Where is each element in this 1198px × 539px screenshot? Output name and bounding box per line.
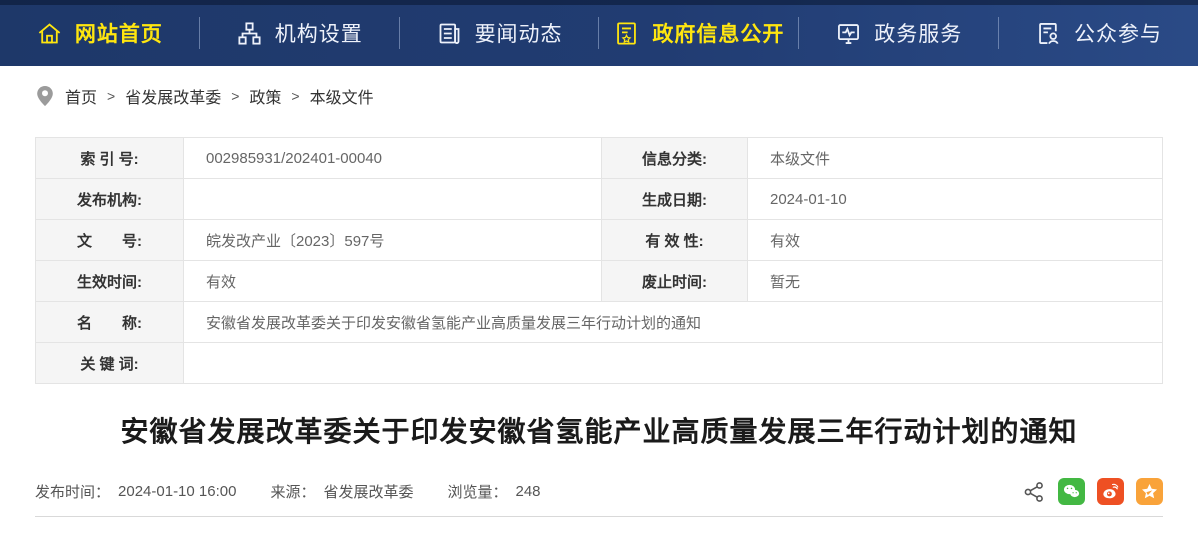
org-chart-icon: [236, 20, 263, 47]
nav-item-label: 政府信息公开: [652, 18, 784, 48]
page-title: 安徽省发展改革委关于印发安徽省氢能产业高质量发展三年行动计划的通知: [0, 412, 1198, 452]
info-label-doc-number: 文 号:: [36, 220, 184, 261]
table-row: 文 号: 皖发改产业〔2023〕597号 有 效 性: 有效: [36, 220, 1163, 261]
wechat-share-icon[interactable]: [1058, 478, 1085, 505]
table-row: 生效时间: 有效 废止时间: 暂无: [36, 261, 1163, 302]
info-label-name: 名 称:: [36, 302, 184, 343]
service-monitor-icon: [835, 20, 862, 47]
nav-item-home[interactable]: 网站首页: [0, 0, 199, 66]
info-disclosure-icon: [613, 20, 640, 47]
info-value-name: 安徽省发展改革委关于印发安徽省氢能产业高质量发展三年行动计划的通知: [184, 302, 1163, 343]
nav-item-participation[interactable]: 公众参与: [999, 0, 1198, 66]
table-row: 发布机构: 生成日期: 2024-01-10: [36, 179, 1163, 220]
breadcrumb: 首页 > 省发展改革委 > 政策 > 本级文件: [36, 84, 374, 108]
info-label-keywords: 关 键 词:: [36, 343, 184, 384]
breadcrumb-item-policy[interactable]: 政策: [249, 84, 281, 108]
info-label-index-no: 索 引 号:: [36, 138, 184, 179]
share-nodes-icon[interactable]: [1022, 480, 1046, 504]
breadcrumb-separator: >: [290, 88, 300, 104]
nav-item-label: 要闻动态: [475, 18, 563, 48]
document-info-table: 索 引 号: 002985931/202401-00040 信息分类: 本级文件…: [35, 137, 1163, 384]
bottom-divider: [35, 516, 1163, 517]
breadcrumb-separator: >: [230, 88, 240, 104]
info-value-doc-number: 皖发改产业〔2023〕597号: [184, 220, 602, 261]
info-value-issuer: [184, 179, 602, 220]
info-label-issuer: 发布机构:: [36, 179, 184, 220]
nav-item-news[interactable]: 要闻动态: [400, 0, 599, 66]
location-pin-icon: [36, 85, 54, 107]
top-navigation: 网站首页 机构设置 要闻动态 政府信息公开 政务服务: [0, 0, 1198, 66]
nav-divider: [798, 17, 799, 49]
article-meta-bar: 发布时间： 2024-01-10 16:00 来源： 省发展改革委 浏览量： 248: [35, 478, 1163, 505]
nav-divider: [598, 17, 599, 49]
nav-item-label: 公众参与: [1074, 18, 1162, 48]
info-value-repeal-time: 暂无: [748, 261, 1163, 302]
nav-divider: [399, 17, 400, 49]
nav-item-label: 网站首页: [75, 18, 163, 48]
nav-item-info-disclosure[interactable]: 政府信息公开: [599, 0, 798, 66]
nav-item-services[interactable]: 政务服务: [799, 0, 998, 66]
info-label-created-date: 生成日期:: [602, 179, 748, 220]
article-meta: 发布时间： 2024-01-10 16:00 来源： 省发展改革委 浏览量： 248: [35, 481, 541, 502]
info-label-effective-time: 生效时间:: [36, 261, 184, 302]
weibo-share-icon[interactable]: [1097, 478, 1124, 505]
info-label-validity: 有 效 性:: [602, 220, 748, 261]
info-value-validity: 有效: [748, 220, 1163, 261]
favorite-star-icon[interactable]: [1136, 478, 1163, 505]
source-value: 省发展改革委: [323, 481, 413, 502]
breadcrumb-separator: >: [106, 88, 116, 104]
info-value-keywords: [184, 343, 1163, 384]
views-value: 248: [516, 483, 541, 500]
info-value-index-no: 002985931/202401-00040: [184, 138, 602, 179]
publish-time-value: 2024-01-10 16:00: [118, 483, 236, 500]
nav-item-label: 政务服务: [874, 18, 962, 48]
views-label: 浏览量：: [447, 481, 507, 502]
news-icon: [436, 20, 463, 47]
public-participation-icon: [1035, 20, 1062, 47]
publish-time-label: 发布时间：: [35, 481, 110, 502]
nav-item-org[interactable]: 机构设置: [200, 0, 399, 66]
breadcrumb-item-commission[interactable]: 省发展改革委: [125, 84, 221, 108]
breadcrumb-item-home[interactable]: 首页: [65, 84, 97, 108]
info-value-created-date: 2024-01-10: [748, 179, 1163, 220]
breadcrumb-bar: 首页 > 省发展改革委 > 政策 > 本级文件: [0, 66, 1198, 137]
table-row: 关 键 词:: [36, 343, 1163, 384]
nav-divider: [199, 17, 200, 49]
home-icon: [36, 20, 63, 47]
info-value-category: 本级文件: [748, 138, 1163, 179]
table-row: 名 称: 安徽省发展改革委关于印发安徽省氢能产业高质量发展三年行动计划的通知: [36, 302, 1163, 343]
info-label-repeal-time: 废止时间:: [602, 261, 748, 302]
share-toolbar: [1022, 478, 1163, 505]
nav-item-label: 机构设置: [275, 18, 363, 48]
info-value-effective-time: 有效: [184, 261, 602, 302]
breadcrumb-item-current[interactable]: 本级文件: [310, 84, 374, 108]
nav-divider: [998, 17, 999, 49]
info-label-category: 信息分类:: [602, 138, 748, 179]
table-row: 索 引 号: 002985931/202401-00040 信息分类: 本级文件: [36, 138, 1163, 179]
source-label: 来源：: [270, 481, 315, 502]
